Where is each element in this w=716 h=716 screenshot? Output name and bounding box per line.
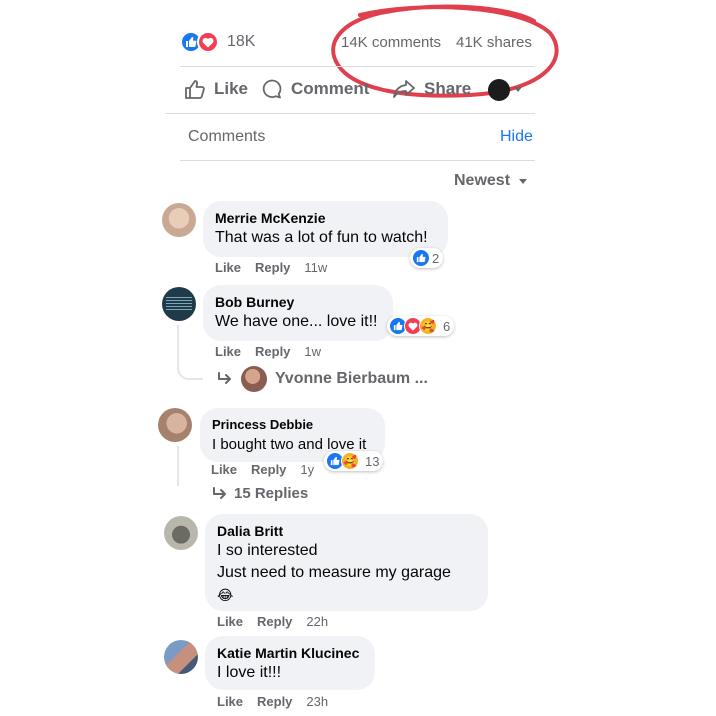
comment-like-button[interactable]: Like — [215, 344, 241, 359]
reply-author-preview: Yvonne Bierbaum ... — [275, 370, 428, 387]
comment-icon — [262, 79, 282, 99]
comment-actions: Like Reply 23h — [217, 694, 328, 709]
replies-count: 15 Replies — [234, 485, 309, 502]
comment-reply-button[interactable]: Reply — [255, 260, 290, 275]
reply-preview[interactable]: Yvonne Bierbaum ... — [217, 366, 428, 392]
reaction-count: 6 — [443, 318, 451, 334]
view-replies-link[interactable]: 15 Replies — [212, 485, 308, 502]
comment-bubble: Katie Martin Klucinec I love it!!! — [205, 636, 375, 690]
hide-comments-link[interactable]: Hide — [500, 128, 533, 146]
love-reaction-icon — [197, 31, 219, 53]
reply-arrow-icon — [213, 486, 226, 499]
comment-text-line: I so interested — [217, 542, 318, 559]
comment-like-button[interactable]: Like — [215, 260, 241, 275]
share-button[interactable]: Share — [392, 78, 471, 100]
comment-bubble: Bob Burney We have one... love it!! — [203, 285, 393, 341]
comment-reply-button[interactable]: Reply — [257, 694, 292, 709]
commenter-name[interactable]: Katie Martin Klucinec — [217, 644, 363, 662]
comment-like-button[interactable]: Like — [217, 694, 243, 709]
reply-thread-line — [177, 446, 203, 486]
care-reaction-icon: 🥰 — [341, 452, 359, 470]
comment-like-button[interactable]: Like — [217, 614, 243, 629]
like-reaction-icon — [412, 249, 430, 267]
comment-text-line: Just need to measure my garage — [217, 564, 451, 581]
comment-button[interactable]: Comment — [261, 78, 369, 100]
comment-reply-button[interactable]: Reply — [251, 462, 286, 477]
reactions-summary[interactable]: 18K — [180, 31, 255, 53]
commenter-name[interactable]: Merrie McKenzie — [215, 209, 436, 227]
comments-title: Comments — [188, 128, 266, 145]
commenter-name[interactable]: Bob Burney — [215, 293, 381, 311]
comment-text: I love it!!! — [217, 664, 282, 681]
sort-dropdown[interactable]: Newest — [454, 172, 528, 190]
like-button[interactable]: Like — [184, 78, 248, 100]
reaction-count: 13 — [365, 453, 380, 469]
comment-timestamp: 1w — [304, 344, 322, 359]
share-icon — [393, 80, 415, 98]
comment-actions: Like Reply 1w — [215, 344, 321, 359]
avatar[interactable] — [164, 516, 198, 550]
laughing-emoji-icon: 😂 — [217, 587, 234, 603]
audience-selector[interactable] — [488, 79, 523, 101]
reply-arrow-icon — [218, 372, 231, 384]
comment-reply-button[interactable]: Reply — [255, 344, 290, 359]
thumbs-up-icon — [185, 80, 205, 99]
caret-down-icon — [519, 178, 528, 184]
share-label: Share — [424, 79, 472, 98]
divider — [165, 113, 535, 114]
comment-like-button[interactable]: Like — [211, 462, 237, 477]
comment-reactions[interactable]: 2 — [410, 248, 444, 268]
comment-timestamp: 1y — [300, 462, 315, 477]
avatar — [241, 366, 267, 392]
divider — [180, 66, 535, 67]
commenter-name[interactable]: Princess Debbie — [212, 416, 373, 434]
comment-label: Comment — [291, 79, 370, 98]
comment-timestamp: 22h — [306, 614, 329, 629]
reactions-count: 18K — [227, 33, 256, 50]
like-label: Like — [214, 79, 249, 98]
avatar[interactable] — [164, 640, 198, 674]
avatar[interactable] — [162, 287, 196, 321]
chevron-down-icon — [514, 87, 522, 92]
sort-label: Newest — [454, 172, 511, 189]
comment-actions: Like Reply 1y — [211, 462, 314, 477]
profile-avatar-icon — [488, 79, 510, 101]
avatar[interactable] — [158, 408, 192, 442]
reply-thread-line — [177, 325, 203, 380]
comment-reactions[interactable]: 🥰 13 — [324, 451, 384, 471]
comment-reply-button[interactable]: Reply — [257, 614, 292, 629]
comment-actions: Like Reply 11w — [215, 260, 327, 275]
comment-timestamp: 11w — [304, 260, 328, 275]
comment-actions: Like Reply 22h — [217, 614, 328, 629]
reaction-count: 2 — [432, 250, 440, 266]
comment-text: That was a lot of fun to watch! — [215, 229, 428, 246]
comment-timestamp: 23h — [306, 694, 329, 709]
avatar[interactable] — [162, 203, 196, 237]
comment-reactions[interactable]: 🥰 6 — [387, 316, 455, 336]
care-reaction-icon: 🥰 — [419, 317, 437, 335]
divider — [180, 160, 535, 161]
comment-text: We have one... love it!! — [215, 313, 378, 330]
commenter-name[interactable]: Dalia Britt — [217, 522, 476, 540]
comment-bubble: Dalia Britt I so interested Just need to… — [205, 514, 488, 611]
